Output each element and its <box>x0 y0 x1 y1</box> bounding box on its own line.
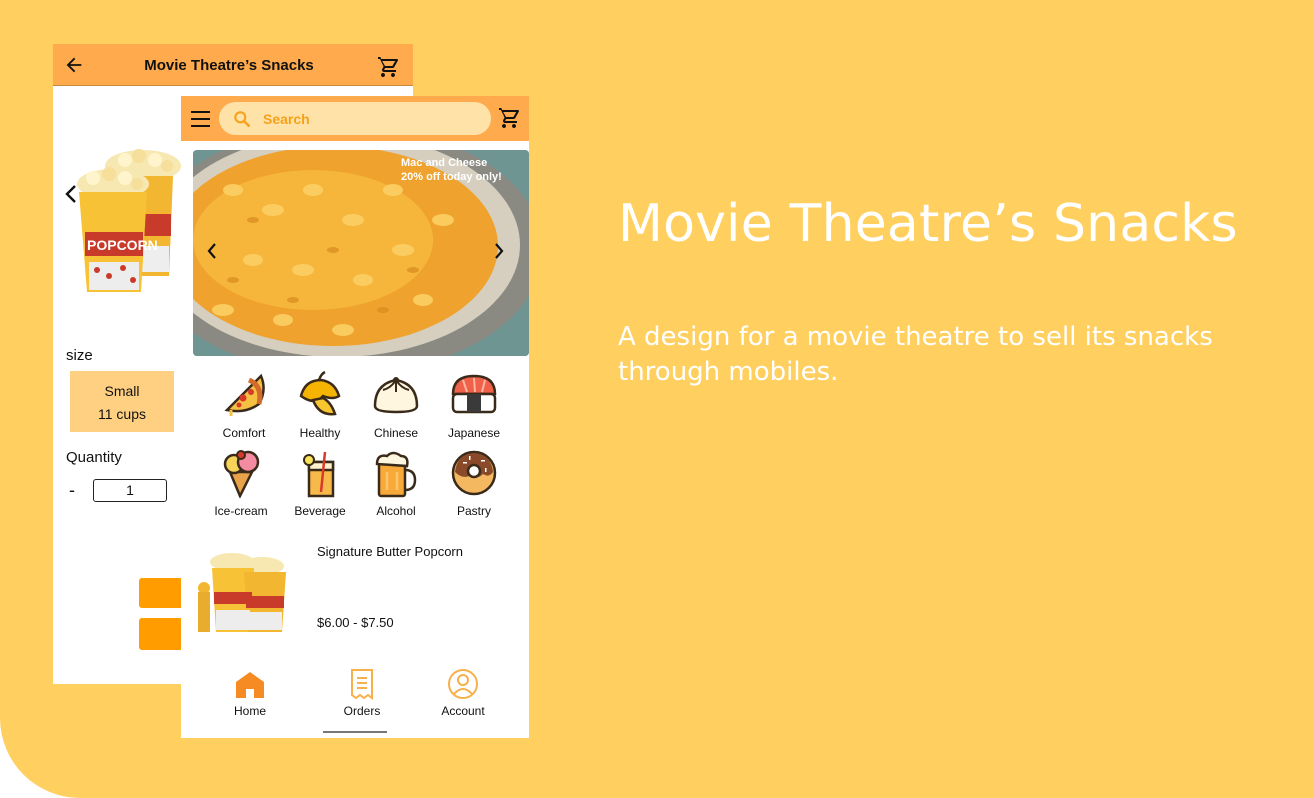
category-label: Alcohol <box>376 504 416 518</box>
promo-banner[interactable]: Mac and Cheese 20% off today only! <box>193 150 529 356</box>
nav-orders[interactable]: Orders <box>327 668 397 718</box>
category-label: Pastry <box>456 504 491 518</box>
quantity-input[interactable]: 1 <box>93 479 167 502</box>
category-beverage[interactable]: Beverage <box>280 448 360 518</box>
search-icon <box>234 111 251 128</box>
popcorn-product-image[interactable] <box>198 548 290 634</box>
nav-account-label: Account <box>441 704 485 718</box>
category-alcohol[interactable]: Alcohol <box>356 448 436 518</box>
nav-orders-label: Orders <box>343 704 381 718</box>
category-pastry[interactable]: Pastry <box>434 448 514 518</box>
category-ice-cream[interactable]: Ice-cream <box>201 448 281 518</box>
size-label: size <box>66 347 93 364</box>
quantity-label: Quantity <box>66 449 122 466</box>
product-price: $6.00 - $7.50 <box>317 615 394 630</box>
category-label: Beverage <box>294 504 346 518</box>
detail-title: Movie Theatre’s Snacks <box>144 57 314 74</box>
category-comfort[interactable]: Comfort <box>204 370 284 440</box>
beer-icon <box>375 451 417 498</box>
banner-caption: Mac and Cheese 20% off today only! <box>401 156 502 184</box>
cart-icon[interactable] <box>497 106 521 130</box>
svg-text:POPCORN: POPCORN <box>87 237 158 253</box>
chevron-left-icon[interactable] <box>206 242 218 260</box>
detail-header: Movie Theatre’s Snacks <box>53 44 413 86</box>
home-indicator <box>323 731 387 733</box>
chevron-right-icon[interactable] <box>493 242 505 260</box>
account-icon <box>448 669 478 699</box>
quantity-minus-button[interactable]: - <box>69 480 75 501</box>
nav-home-label: Home <box>233 704 266 718</box>
category-chinese[interactable]: Chinese <box>356 370 436 440</box>
home-header: Search <box>181 96 529 141</box>
hamburger-menu-icon[interactable] <box>191 109 210 129</box>
category-label: Comfort <box>222 426 266 440</box>
size-option-name: Small <box>104 383 140 399</box>
donut-icon <box>451 450 497 496</box>
search-input[interactable]: Search <box>219 102 491 135</box>
hero-title: Movie Theatre’s Snacks <box>618 194 1238 254</box>
category-japanese[interactable]: Japanese <box>434 370 514 440</box>
size-option-detail: 11 cups <box>98 406 146 422</box>
product-name[interactable]: Signature Butter Popcorn <box>317 544 463 559</box>
popcorn-product-image: POPCORN <box>77 149 181 292</box>
banner-line-1: Mac and Cheese <box>401 157 488 169</box>
size-option-small[interactable]: Small 11 cups <box>70 371 174 432</box>
nav-account[interactable]: Account <box>428 668 498 718</box>
category-healthy[interactable]: Healthy <box>280 370 360 440</box>
cart-icon[interactable] <box>376 55 400 79</box>
beverage-icon <box>303 451 335 498</box>
category-label: Ice-cream <box>214 504 268 518</box>
pizza-icon <box>224 373 265 416</box>
search-placeholder: Search <box>263 111 310 127</box>
nav-home[interactable]: Home <box>215 668 285 718</box>
home-screen: Search Mac and Cheese 20% off today only… <box>181 96 529 738</box>
sushi-icon <box>451 374 497 414</box>
category-label: Chinese <box>373 426 419 440</box>
home-icon <box>236 672 264 698</box>
hero-description: A design for a movie theatre to sell its… <box>618 322 1213 387</box>
mango-icon <box>299 370 341 416</box>
banner-line-2: 20% off today only! <box>401 171 502 183</box>
dumpling-icon <box>373 377 419 414</box>
receipt-icon <box>351 669 373 700</box>
category-label: Healthy <box>299 426 341 440</box>
category-label: Japanese <box>447 426 501 440</box>
ice-cream-icon <box>223 450 260 498</box>
